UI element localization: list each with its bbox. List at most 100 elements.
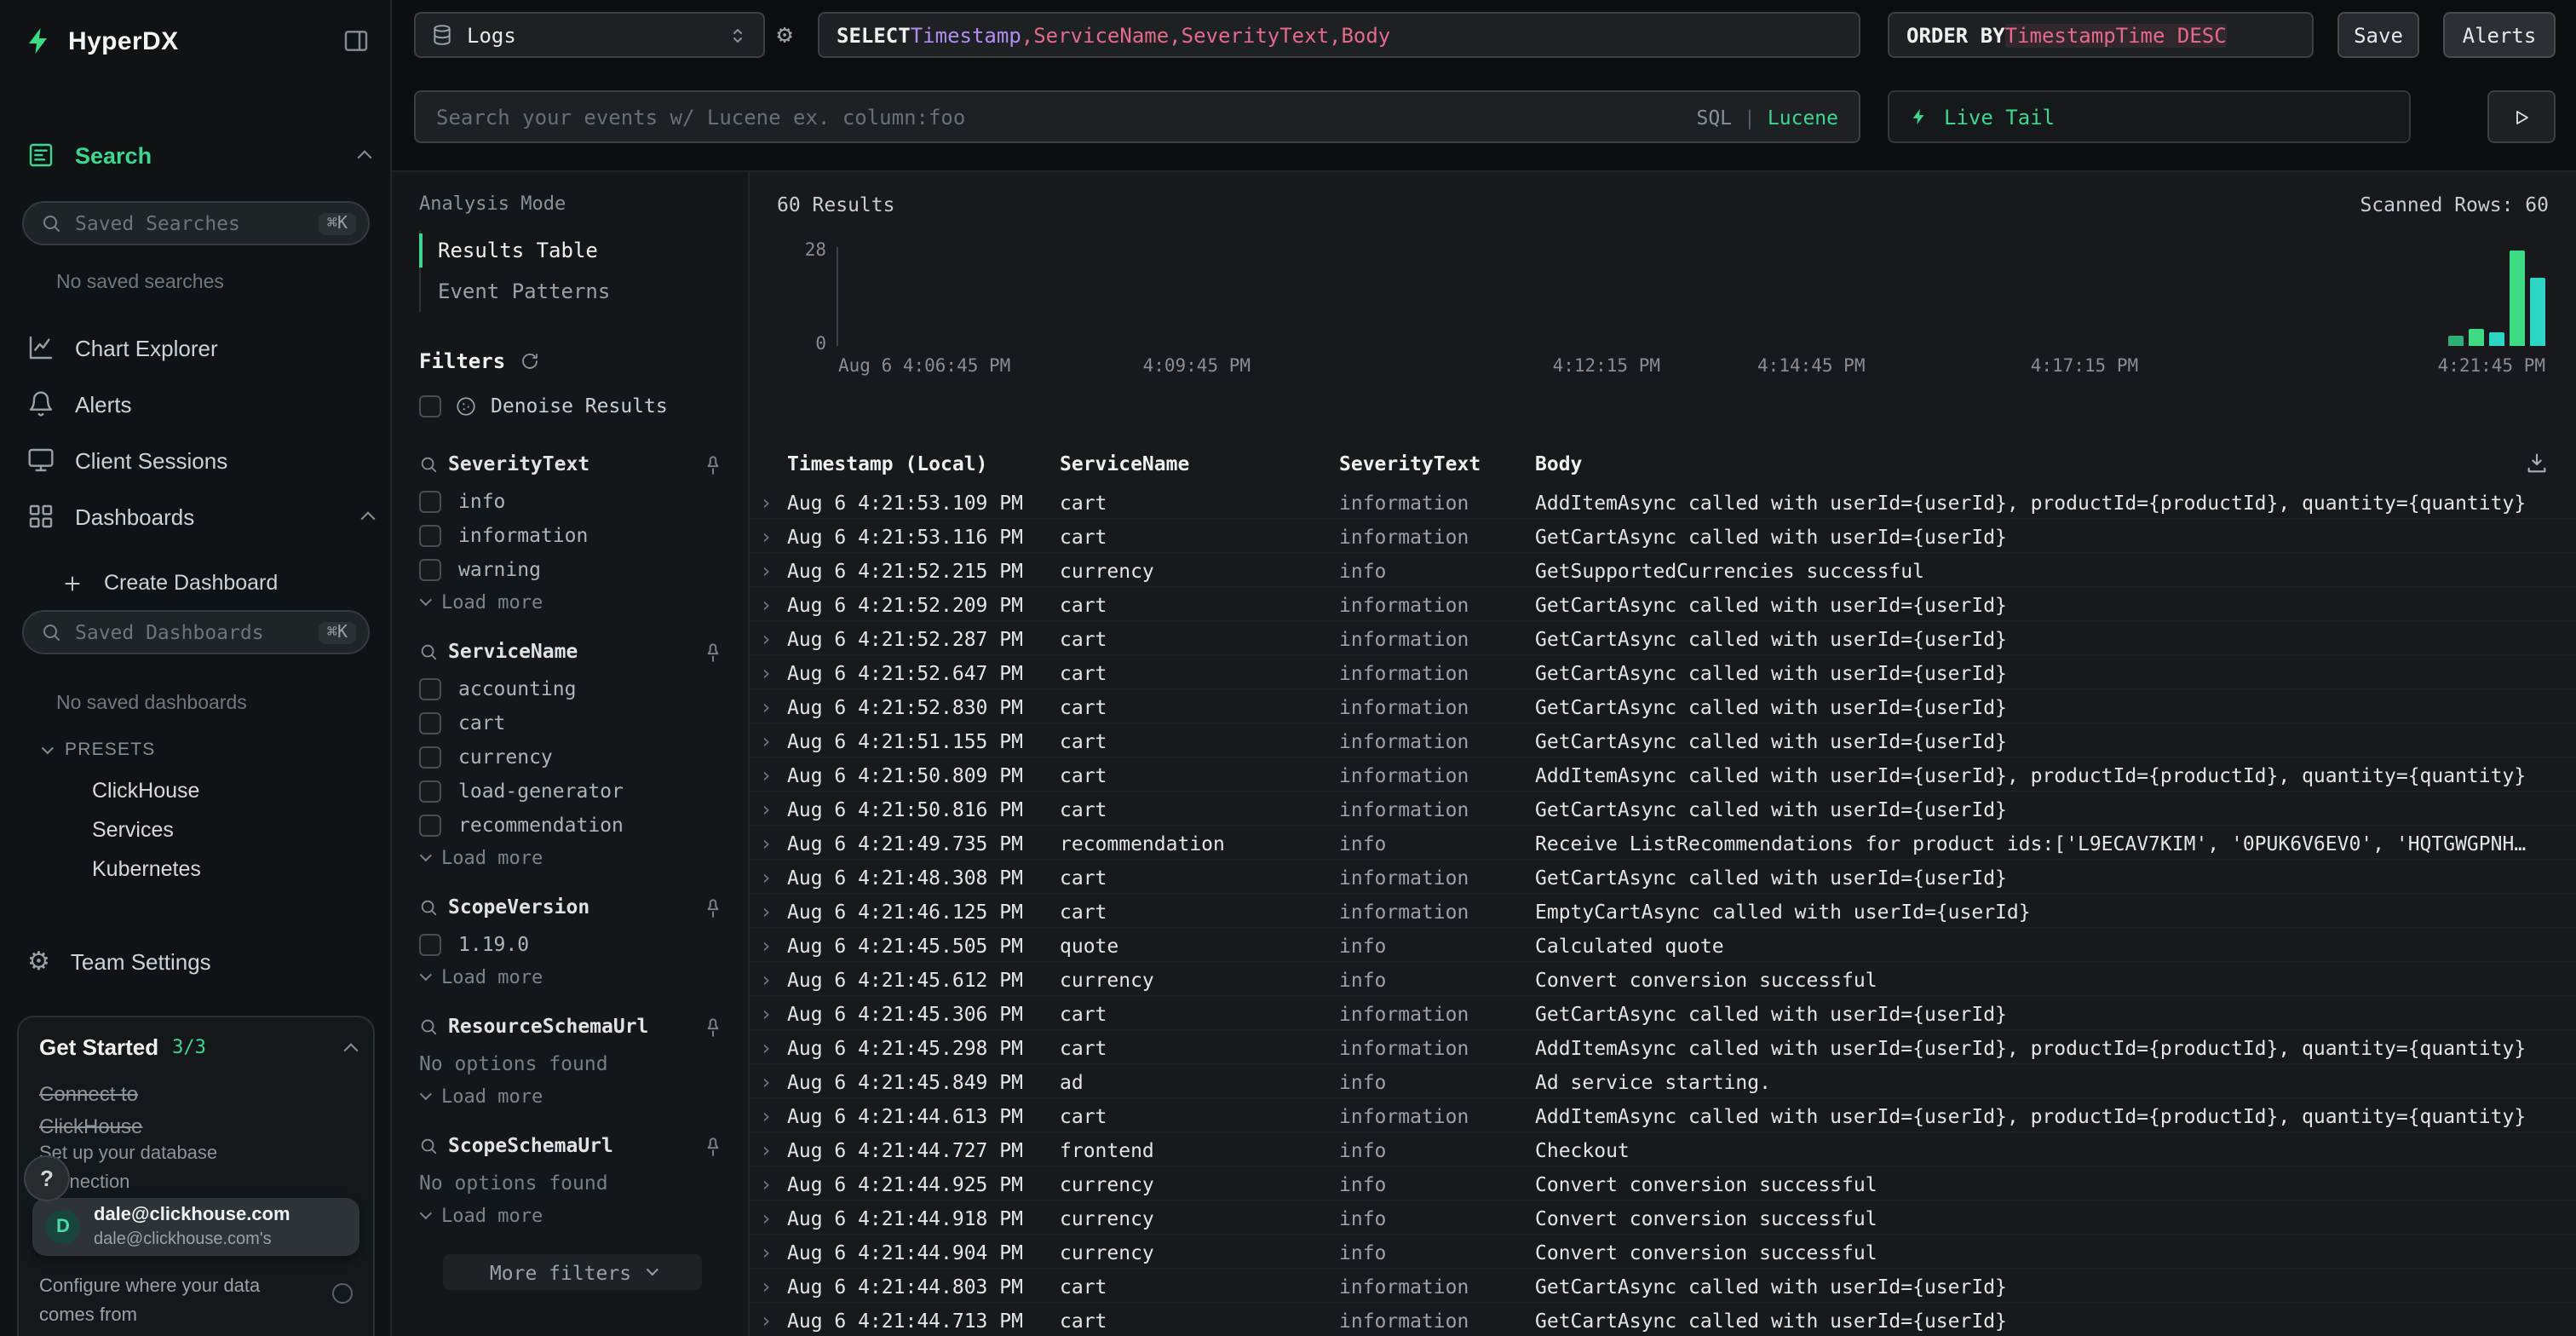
row-expand-chevron[interactable]: › — [760, 1069, 787, 1093]
refresh-icon[interactable] — [519, 351, 539, 371]
table-row[interactable]: › Aug 6 4:21:46.125 PM cart information … — [750, 895, 2576, 929]
row-expand-chevron[interactable]: › — [760, 660, 787, 684]
column-header-timestamp[interactable]: Timestamp (Local) — [787, 452, 1060, 475]
filter-option[interactable]: 1.19.0 — [419, 927, 724, 961]
checkbox[interactable] — [419, 394, 441, 417]
checkbox[interactable] — [419, 558, 441, 580]
table-row[interactable]: › Aug 6 4:21:44.727 PM frontend info Che… — [750, 1133, 2576, 1167]
filter-option[interactable]: cart — [419, 705, 724, 740]
row-expand-chevron[interactable]: › — [760, 728, 787, 752]
lucene-toggle[interactable]: Lucene — [1768, 105, 1838, 129]
row-expand-chevron[interactable]: › — [760, 865, 787, 889]
sidebar-item-dashboards[interactable]: Dashboards — [27, 496, 373, 537]
pin-icon[interactable] — [702, 895, 724, 918]
pin-icon[interactable] — [702, 452, 724, 475]
table-row[interactable]: › Aug 6 4:21:49.735 PM recommendation in… — [750, 826, 2576, 861]
row-expand-chevron[interactable]: › — [760, 1274, 787, 1298]
sidebar-item-client-sessions[interactable]: Client Sessions — [27, 440, 373, 481]
checkbox[interactable] — [419, 780, 441, 802]
collapse-sidebar-icon[interactable] — [342, 27, 370, 55]
save-button[interactable]: Save — [2337, 12, 2419, 58]
pin-icon[interactable] — [702, 640, 724, 662]
row-expand-chevron[interactable]: › — [760, 1206, 787, 1229]
load-more[interactable]: Load more — [419, 1200, 724, 1230]
get-started-step-connect[interactable]: Connect to ClickHouse — [39, 1079, 210, 1142]
checkbox[interactable] — [419, 933, 441, 955]
row-expand-chevron[interactable]: › — [760, 933, 787, 957]
filter-option[interactable]: accounting — [419, 671, 724, 705]
filter-option[interactable]: info — [419, 484, 724, 518]
run-query-button[interactable] — [2487, 90, 2556, 143]
sql-toggle[interactable]: SQL — [1696, 105, 1732, 129]
table-row[interactable]: › Aug 6 4:21:50.816 PM cart information … — [750, 792, 2576, 826]
table-row[interactable]: › Aug 6 4:21:45.505 PM quote info Calcul… — [750, 929, 2576, 963]
row-expand-chevron[interactable]: › — [760, 1001, 787, 1025]
row-expand-chevron[interactable]: › — [760, 558, 787, 582]
user-account-row[interactable]: D dale@clickhouse.com dale@clickhouse.co… — [32, 1198, 359, 1256]
row-expand-chevron[interactable]: › — [760, 592, 787, 616]
table-row[interactable]: › Aug 6 4:21:53.116 PM cart information … — [750, 520, 2576, 554]
sidebar-item-chart-explorer[interactable]: Chart Explorer — [27, 327, 373, 368]
preset-item-clickhouse[interactable]: ClickHouse — [92, 779, 199, 803]
row-expand-chevron[interactable]: › — [760, 763, 787, 786]
load-more[interactable]: Load more — [419, 842, 724, 872]
sidebar-item-alerts[interactable]: Alerts — [27, 383, 373, 424]
table-row[interactable]: › Aug 6 4:21:44.904 PM currency info Con… — [750, 1235, 2576, 1270]
mode-event-patterns[interactable]: Event Patterns — [421, 271, 724, 312]
saved-searches-input[interactable]: Saved Searches ⌘K — [22, 201, 370, 245]
table-row[interactable]: › Aug 6 4:21:52.287 PM cart information … — [750, 622, 2576, 656]
table-row[interactable]: › Aug 6 4:21:44.613 PM cart information … — [750, 1099, 2576, 1133]
load-more[interactable]: Load more — [419, 586, 724, 617]
table-row[interactable]: › Aug 6 4:21:52.215 PM currency info Get… — [750, 554, 2576, 588]
mode-results-table[interactable]: Results Table — [421, 230, 724, 271]
presets-section-header[interactable]: PRESETS — [41, 740, 155, 760]
chevron-up-icon[interactable] — [361, 511, 376, 526]
source-select[interactable]: Logs — [414, 12, 765, 58]
order-by-input[interactable]: ORDER BY TimestampTime DESC — [1888, 12, 2314, 58]
filter-option[interactable]: warning — [419, 552, 724, 586]
row-expand-chevron[interactable]: › — [760, 490, 787, 514]
table-row[interactable]: › Aug 6 4:21:45.849 PM ad info Ad servic… — [750, 1065, 2576, 1099]
table-row[interactable]: › Aug 6 4:21:53.109 PM cart information … — [750, 486, 2576, 520]
table-row[interactable]: › Aug 6 4:21:52.830 PM cart information … — [750, 690, 2576, 724]
get-started-step-configure[interactable]: Configure where your data comes from — [39, 1273, 261, 1329]
event-search-input[interactable] — [436, 105, 1682, 129]
preset-item-services[interactable]: Services — [92, 818, 174, 842]
row-expand-chevron[interactable]: › — [760, 831, 787, 855]
source-settings-gear-icon[interactable]: ⚙ — [777, 22, 792, 48]
table-row[interactable]: › Aug 6 4:21:52.647 PM cart information … — [750, 656, 2576, 690]
pin-icon[interactable] — [702, 1134, 724, 1156]
table-row[interactable]: › Aug 6 4:21:51.155 PM cart information … — [750, 724, 2576, 758]
table-row[interactable]: › Aug 6 4:21:52.209 PM cart information … — [750, 588, 2576, 622]
chevron-up-icon[interactable] — [358, 150, 372, 164]
row-expand-chevron[interactable]: › — [760, 967, 787, 991]
filter-option[interactable]: currency — [419, 740, 724, 774]
more-filters-button[interactable]: More filters — [442, 1254, 701, 1290]
create-dashboard-button[interactable]: Create Dashboard — [61, 562, 373, 603]
filter-option[interactable]: load-generator — [419, 774, 724, 808]
checkbox[interactable] — [419, 746, 441, 768]
checkbox[interactable] — [419, 814, 441, 836]
sidebar-item-team-settings[interactable]: ⚙ Team Settings — [27, 941, 373, 982]
row-expand-chevron[interactable]: › — [760, 1137, 787, 1161]
checkbox[interactable] — [419, 524, 441, 546]
row-expand-chevron[interactable]: › — [760, 1103, 787, 1127]
table-row[interactable]: › Aug 6 4:21:44.925 PM currency info Con… — [750, 1167, 2576, 1201]
column-header-body[interactable]: Body — [1535, 452, 2508, 475]
pin-icon[interactable] — [702, 1015, 724, 1037]
alerts-button[interactable]: Alerts — [2443, 12, 2556, 58]
preset-item-kubernetes[interactable]: Kubernetes — [92, 857, 201, 881]
sidebar-section-search[interactable]: Search — [27, 136, 370, 174]
help-button[interactable]: ? — [24, 1155, 70, 1201]
filter-option[interactable]: information — [419, 518, 724, 552]
row-expand-chevron[interactable]: › — [760, 694, 787, 718]
table-row[interactable]: › Aug 6 4:21:45.298 PM cart information … — [750, 1031, 2576, 1065]
table-row[interactable]: › Aug 6 4:21:44.803 PM cart information … — [750, 1270, 2576, 1304]
get-started-header[interactable]: Get Started 3/3 — [39, 1034, 356, 1060]
table-row[interactable]: › Aug 6 4:21:44.713 PM cart information … — [750, 1304, 2576, 1336]
filter-option[interactable]: recommendation — [419, 808, 724, 842]
row-expand-chevron[interactable]: › — [760, 899, 787, 923]
load-more[interactable]: Load more — [419, 961, 724, 992]
row-expand-chevron[interactable]: › — [760, 1172, 787, 1195]
row-expand-chevron[interactable]: › — [760, 1240, 787, 1264]
